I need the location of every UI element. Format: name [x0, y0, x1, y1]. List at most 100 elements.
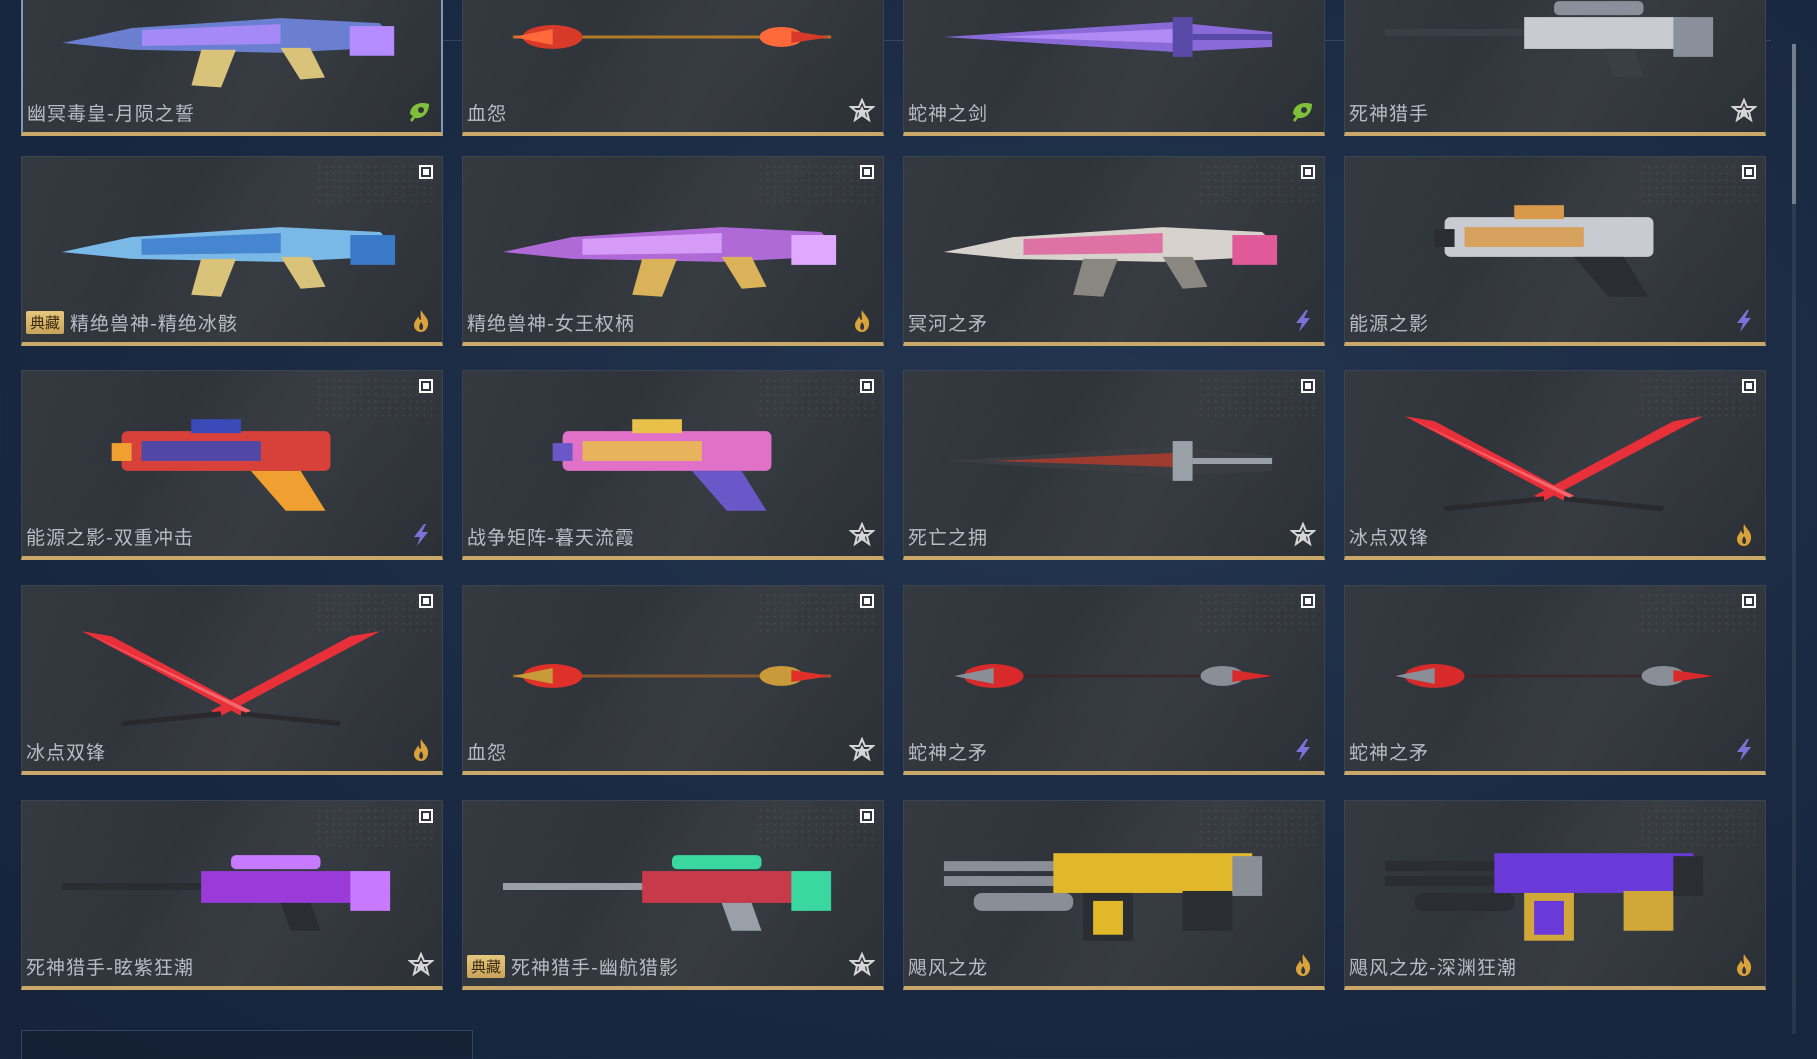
select-checkbox[interactable]	[419, 379, 433, 393]
weapon-label: 飓风之龙-深渊狂潮	[1349, 953, 1517, 980]
select-checkbox[interactable]	[1742, 379, 1756, 393]
weapon-image	[52, 616, 412, 727]
weapon-card[interactable]: 蛇神之剑	[903, 0, 1325, 136]
weapon-card[interactable]: 能源之影	[1344, 156, 1766, 346]
weapon-card[interactable]: 冰点双锋	[21, 585, 443, 775]
weapon-image	[934, 401, 1294, 511]
weapon-card[interactable]: 飓风之龙-深渊狂潮	[1344, 800, 1766, 990]
weapon-label: 幽冥毒皇-月陨之誓	[27, 99, 195, 126]
select-checkbox[interactable]	[1742, 594, 1756, 608]
select-checkbox[interactable]	[419, 165, 433, 179]
weapon-image	[1375, 0, 1735, 87]
weapon-name: 精绝兽神-精绝冰骸	[70, 313, 238, 335]
weapon-label: 能源之影-双重冲击	[26, 523, 194, 550]
weapon-label: 典藏 精绝兽神-精绝冰骸	[26, 309, 238, 336]
select-checkbox[interactable]	[860, 165, 874, 179]
weapon-label: 蛇神之矛	[908, 738, 988, 765]
weapon-card[interactable]: 死亡之拥	[903, 370, 1325, 560]
collection-badge: 典藏	[467, 955, 506, 978]
weapon-image	[53, 0, 411, 88]
weapon-card[interactable]: 能源之影-双重冲击	[21, 370, 443, 560]
weapon-name: 战争矩阵-暮天流霞	[467, 527, 635, 549]
silver-star-icon	[1289, 521, 1317, 548]
select-checkbox[interactable]	[1301, 165, 1315, 179]
weapon-label: 死神猎手	[1349, 99, 1429, 126]
weapon-image	[52, 831, 412, 941]
weapon-name: 飓风之龙-深渊狂潮	[1349, 957, 1517, 979]
weapon-image	[1375, 616, 1735, 726]
weapon-label: 精绝兽神-女王权柄	[467, 309, 635, 336]
weapon-card[interactable]: 冰点双锋	[1344, 370, 1766, 560]
gold-flame-icon	[1731, 522, 1757, 548]
weapon-image	[1375, 831, 1735, 941]
scrollbar-thumb[interactable]	[1792, 44, 1796, 204]
gold-flame-icon	[1731, 952, 1757, 978]
select-checkbox[interactable]	[419, 594, 433, 608]
weapon-card[interactable]: 典藏 死神猎手-幽航猎影	[462, 800, 884, 990]
weapon-name: 能源之影	[1349, 313, 1430, 335]
weapon-image	[934, 831, 1294, 941]
select-checkbox[interactable]	[860, 594, 874, 608]
weapon-image	[493, 0, 853, 87]
weapon-name: 精绝兽神-女王权柄	[467, 313, 635, 335]
collection-badge: 典藏	[26, 311, 65, 334]
select-checkbox[interactable]	[419, 809, 433, 823]
weapon-name: 冥河之矛	[908, 313, 989, 335]
select-checkbox[interactable]	[1742, 165, 1756, 179]
weapon-image	[493, 401, 853, 511]
weapon-card[interactable]: 蛇神之矛	[903, 585, 1325, 775]
purple-bolt-icon	[1290, 308, 1316, 334]
select-checkbox[interactable]	[1301, 379, 1315, 393]
bottom-panel	[21, 1030, 473, 1059]
weapon-image	[493, 831, 853, 941]
weapon-grid: 幽冥毒皇-月陨之誓 血怨 蛇神之剑 死神猎手 典藏 精绝兽神-精绝冰骸 精绝兽神…	[21, 0, 1771, 1000]
weapon-card[interactable]: 幽冥毒皇-月陨之誓	[21, 0, 443, 136]
weapon-name: 飓风之龙	[908, 957, 989, 979]
purple-bolt-icon	[408, 522, 434, 548]
weapon-image	[934, 0, 1294, 87]
green-leaf-icon	[1290, 98, 1316, 124]
weapon-card[interactable]: 蛇神之矛	[1344, 585, 1766, 775]
weapon-image	[1375, 401, 1735, 512]
weapon-card[interactable]: 死神猎手-眩紫狂潮	[21, 800, 443, 990]
weapon-card[interactable]: 战争矩阵-暮天流霞	[462, 370, 884, 560]
weapon-card[interactable]: 冥河之矛	[903, 156, 1325, 346]
select-checkbox[interactable]	[1301, 594, 1315, 608]
weapon-label: 冰点双锋	[26, 738, 106, 765]
weapon-name: 冰点双锋	[26, 742, 107, 764]
weapon-name: 死神猎手-幽航猎影	[511, 957, 679, 979]
weapon-label: 血怨	[467, 99, 507, 126]
weapon-label: 蛇神之剑	[908, 99, 988, 126]
weapon-name: 蛇神之矛	[1349, 742, 1430, 764]
silver-star-icon	[848, 521, 876, 548]
weapon-label: 战争矩阵-暮天流霞	[467, 523, 635, 550]
weapon-label: 冰点双锋	[1349, 523, 1429, 550]
weapon-name: 蛇神之剑	[908, 103, 989, 125]
silver-star-icon	[848, 97, 876, 124]
weapon-card[interactable]: 血怨	[462, 585, 884, 775]
select-checkbox[interactable]	[860, 379, 874, 393]
purple-bolt-icon	[1290, 737, 1316, 763]
weapon-label: 冥河之矛	[908, 309, 988, 336]
weapon-card[interactable]: 血怨	[462, 0, 884, 136]
weapon-name: 血怨	[467, 103, 508, 125]
weapon-name: 能源之影-双重冲击	[26, 527, 194, 549]
weapon-card[interactable]: 飓风之龙	[903, 800, 1325, 990]
gold-flame-icon	[1290, 952, 1316, 978]
weapon-label: 死亡之拥	[908, 523, 988, 550]
weapon-name: 血怨	[467, 742, 508, 764]
weapon-name: 蛇神之矛	[908, 742, 989, 764]
scrollbar[interactable]	[1792, 44, 1796, 1034]
gold-flame-icon	[849, 308, 875, 334]
weapon-card[interactable]: 死神猎手	[1344, 0, 1766, 136]
green-leaf-icon	[407, 98, 433, 124]
weapon-name: 死神猎手	[1349, 103, 1430, 125]
weapon-image	[493, 616, 853, 726]
weapon-label: 死神猎手-眩紫狂潮	[26, 953, 194, 980]
weapon-card[interactable]: 典藏 精绝兽神-精绝冰骸	[21, 156, 443, 346]
weapon-card[interactable]: 精绝兽神-女王权柄	[462, 156, 884, 346]
select-checkbox[interactable]	[860, 809, 874, 823]
weapon-label: 能源之影	[1349, 309, 1429, 336]
weapon-label: 飓风之龙	[908, 953, 988, 980]
silver-star-icon	[848, 736, 876, 763]
